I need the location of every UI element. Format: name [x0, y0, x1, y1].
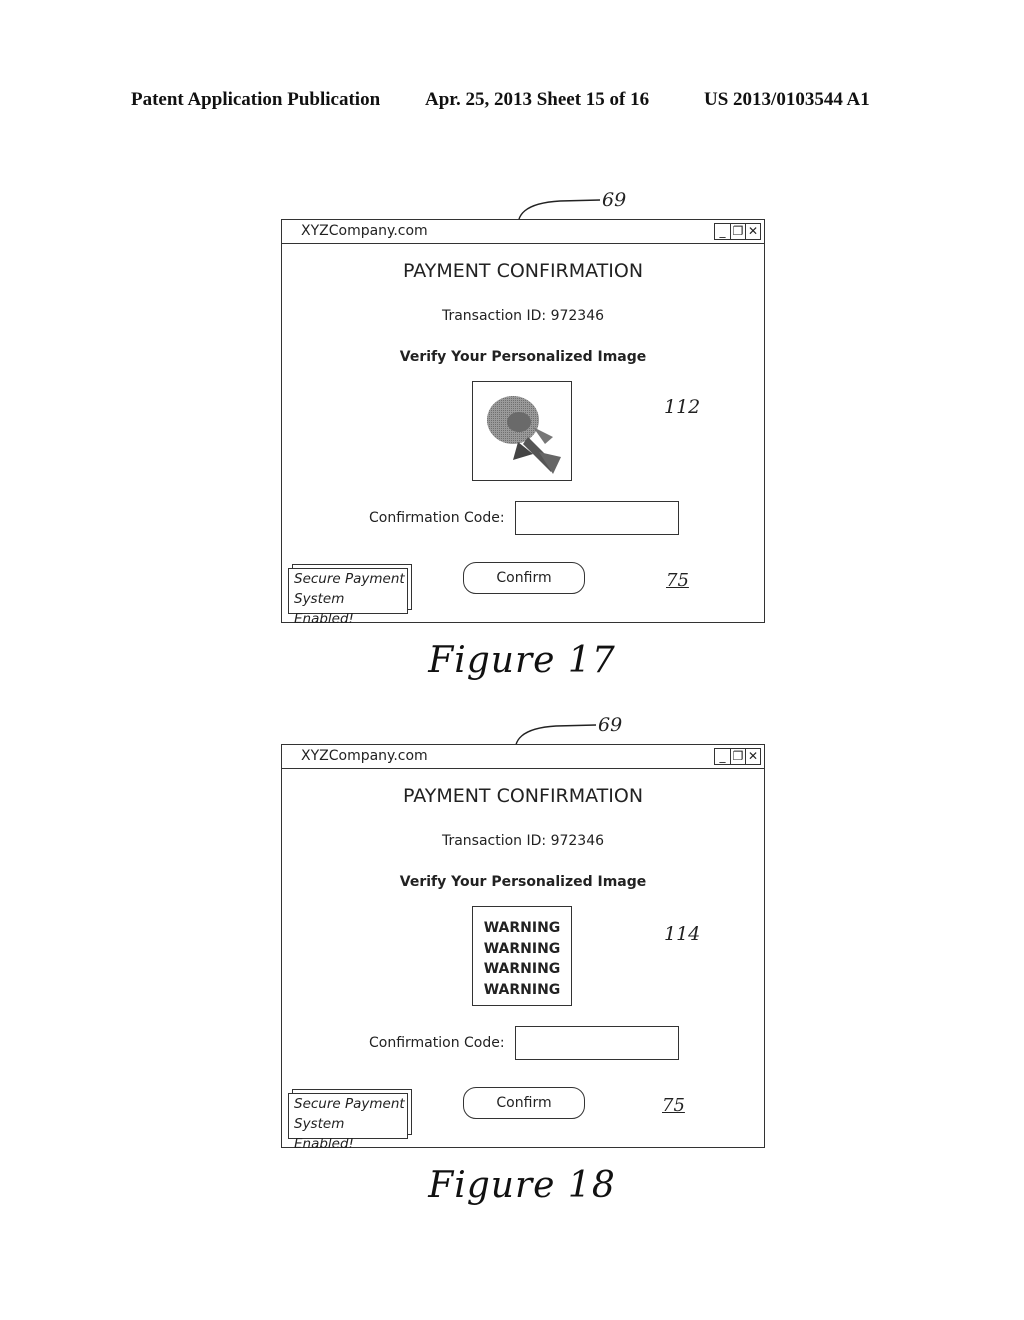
- verify-label: Verify Your Personalized Image: [399, 349, 647, 365]
- secure-badge-line1: Secure Payment: [294, 1096, 405, 1112]
- minimize-icon[interactable]: _: [715, 224, 730, 239]
- patent-number: US 2013/0103544 A1: [704, 89, 870, 110]
- confirmation-code-input[interactable]: [515, 1026, 679, 1060]
- date-sheet-label: Apr. 25, 2013 Sheet 15 of 16: [425, 89, 650, 110]
- secure-badge-line2: System Enabled!: [294, 591, 354, 627]
- personalized-image-warning: WARNING WARNING WARNING WARNING: [472, 906, 572, 1006]
- secure-payment-badge: Secure Payment System Enabled!: [288, 1089, 412, 1152]
- ref-75: 75: [662, 1095, 685, 1116]
- ref-112: 112: [664, 396, 701, 418]
- ref-69-fig18: 69: [598, 714, 623, 736]
- window-heading: PAYMENT CONFIRMATION: [402, 785, 644, 807]
- secure-badge-line1: Secure Payment: [294, 571, 405, 587]
- verify-label: Verify Your Personalized Image: [399, 874, 647, 890]
- figure-17-caption: Figure 17: [428, 640, 616, 681]
- ref-69-fig17: 69: [602, 189, 627, 211]
- warning-line: WARNING: [483, 940, 561, 957]
- site-title: XYZCompany.com: [301, 748, 428, 764]
- payment-window-fig18: XYZCompany.com _ ❐ ✕ PAYMENT CONFIRMATIO…: [281, 744, 765, 1152]
- warning-line: WARNING: [483, 961, 561, 977]
- rose-icon: [487, 396, 561, 474]
- transaction-id: Transaction ID: 972346: [441, 833, 605, 849]
- ref-75: 75: [666, 570, 689, 591]
- ref-114: 114: [664, 923, 701, 945]
- figure-18-caption: Figure 18: [428, 1165, 616, 1206]
- secure-badge-line2: System Enabled!: [294, 1116, 354, 1152]
- minimize-icon[interactable]: _: [715, 749, 730, 764]
- payment-window-fig17: XYZCompany.com _ ❐ ✕ PAYMENT CONFIRMATIO…: [281, 219, 765, 627]
- publication-label: Patent Application Publication: [131, 89, 381, 110]
- confirmation-code-input[interactable]: [515, 501, 679, 535]
- close-icon[interactable]: ✕: [745, 224, 760, 239]
- window-controls: _ ❐ ✕: [714, 223, 761, 240]
- warning-line: WARNING: [483, 920, 561, 936]
- window-controls: _ ❐ ✕: [714, 748, 761, 765]
- restore-icon[interactable]: ❐: [730, 749, 745, 764]
- title-bar: XYZCompany.com _ ❐ ✕: [282, 745, 764, 769]
- restore-icon[interactable]: ❐: [730, 224, 745, 239]
- site-title: XYZCompany.com: [301, 223, 428, 239]
- secure-payment-badge: Secure Payment System Enabled!: [288, 564, 412, 627]
- confirmation-code-label: Confirmation Code:: [369, 1035, 505, 1051]
- confirm-button[interactable]: Confirm: [463, 1087, 585, 1119]
- warning-line: WARNING: [483, 981, 561, 998]
- window-heading: PAYMENT CONFIRMATION: [402, 260, 644, 282]
- confirm-button[interactable]: Confirm: [463, 562, 585, 594]
- transaction-id: Transaction ID: 972346: [441, 308, 605, 324]
- title-bar: XYZCompany.com _ ❐ ✕: [282, 220, 764, 244]
- close-icon[interactable]: ✕: [745, 749, 760, 764]
- personalized-image-rose: [472, 381, 572, 481]
- confirmation-code-label: Confirmation Code:: [369, 510, 505, 526]
